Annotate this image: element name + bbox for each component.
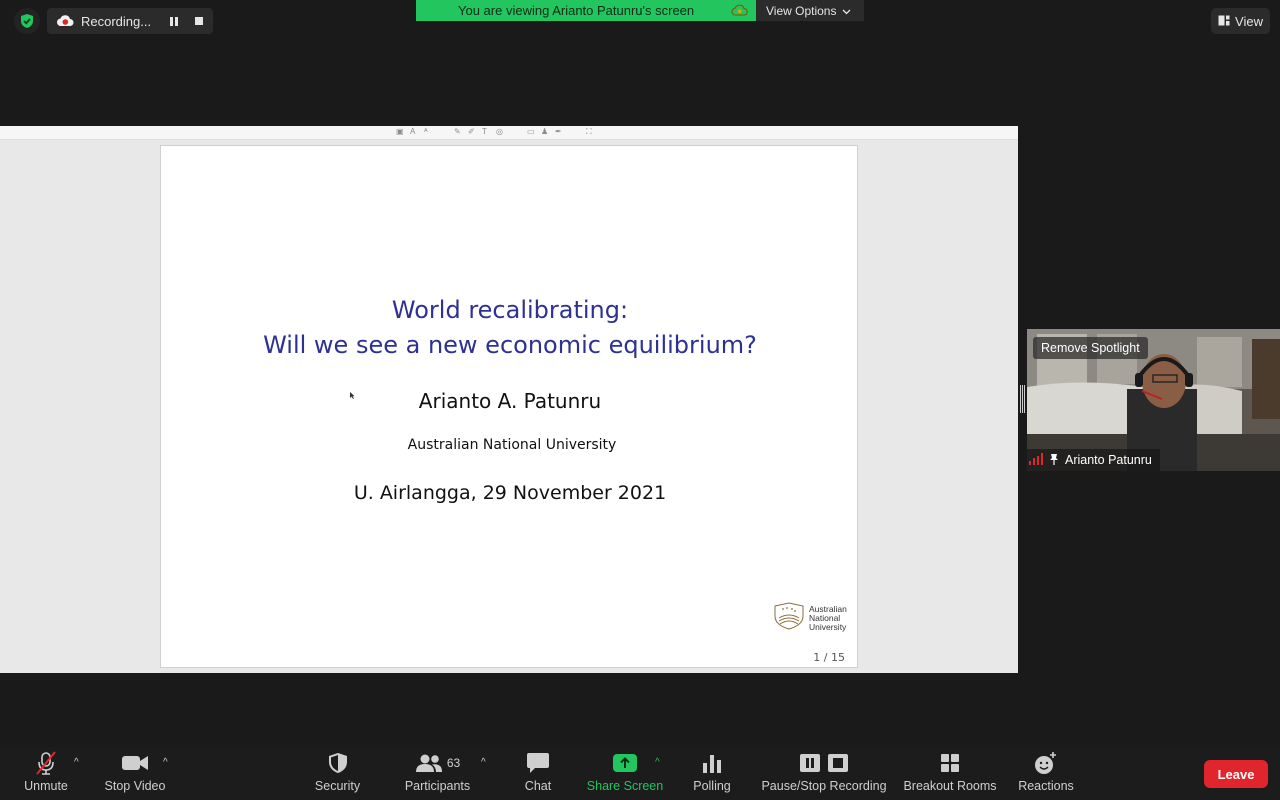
participants-label: Participants xyxy=(404,779,471,793)
slide-title-line-2: Will we see a new economic equilibrium? xyxy=(263,331,757,359)
reactions-button[interactable]: Reactions xyxy=(1016,747,1076,800)
text-style-icon[interactable]: ᴬ xyxy=(424,128,432,136)
share-screen-icon xyxy=(612,749,638,777)
recording-indicator[interactable]: Recording... xyxy=(47,8,213,34)
participant-video-tile[interactable]: Remove Spotlight Arianto Patunru xyxy=(1027,329,1280,471)
viewing-banner-text: You are viewing Arianto Patunru's screen xyxy=(458,3,695,18)
bar-chart-icon xyxy=(702,749,722,777)
pause-stop-recording-label: Pause/Stop Recording xyxy=(761,779,887,793)
sign-icon[interactable]: ✒ xyxy=(555,128,563,136)
participants-icon: 63 xyxy=(415,749,460,777)
unmute-button[interactable]: Unmute xyxy=(20,747,72,800)
participant-name-bar: Arianto Patunru xyxy=(1027,449,1160,471)
view-layout-icon xyxy=(1218,14,1230,29)
breakout-rooms-label: Breakout Rooms xyxy=(903,779,997,793)
participants-button[interactable]: 63 Participants xyxy=(400,747,475,800)
grid-icon xyxy=(940,749,960,777)
mouse-cursor-icon xyxy=(350,386,355,404)
smiley-add-icon xyxy=(1034,749,1058,777)
text-box-icon[interactable]: ▣ xyxy=(396,128,404,136)
anu-logo-text: Australian National University xyxy=(809,604,851,632)
chat-button[interactable]: Chat xyxy=(518,747,558,800)
cloud-recording-icon xyxy=(56,14,74,28)
stamp-icon[interactable]: ♟ xyxy=(541,128,549,136)
polling-label: Polling xyxy=(693,779,731,793)
stop-video-label: Stop Video xyxy=(104,779,166,793)
slide-institution: Australian National University xyxy=(407,437,617,453)
remove-spotlight-button[interactable]: Remove Spotlight xyxy=(1033,337,1148,359)
pencil-icon[interactable]: ✎ xyxy=(454,128,462,136)
video-camera-icon xyxy=(121,749,149,777)
pdf-annotation-toolbar: ▣ A ᴬ ✎ ✐ T ◎ ▭ ♟ ✒ ⛶ xyxy=(0,126,1018,140)
shared-screen[interactable]: ▣ A ᴬ ✎ ✐ T ◎ ▭ ♟ ✒ ⛶ World recalibratin… xyxy=(0,126,1018,673)
breakout-rooms-button[interactable]: Breakout Rooms xyxy=(902,747,998,800)
chevron-down-icon xyxy=(842,4,851,18)
video-options-chevron-up-icon[interactable]: ^ xyxy=(163,757,168,768)
pause-recording-icon[interactable] xyxy=(164,11,184,31)
anu-crest-icon xyxy=(773,601,805,635)
view-options-dropdown[interactable]: View Options xyxy=(756,0,864,21)
text-icon[interactable]: A xyxy=(410,128,418,136)
view-label: View xyxy=(1235,13,1263,29)
share-screen-button[interactable]: Share Screen xyxy=(585,747,665,800)
encryption-shield-icon[interactable] xyxy=(14,8,40,34)
participant-name: Arianto Patunru xyxy=(1065,453,1152,467)
slide-event-date: U. Airlangga, 29 November 2021 xyxy=(353,482,667,504)
pause-stop-recording-button[interactable]: Pause/Stop Recording xyxy=(760,747,888,800)
participants-options-chevron-up-icon[interactable]: ^ xyxy=(481,757,486,768)
comment-icon[interactable]: ▭ xyxy=(527,128,535,136)
security-label: Security xyxy=(314,779,361,793)
stop-recording-icon[interactable] xyxy=(189,11,209,31)
type-icon[interactable]: T xyxy=(482,128,490,136)
share-options-chevron-up-icon[interactable]: ^ xyxy=(655,757,660,768)
security-button[interactable]: Security xyxy=(310,747,365,800)
shape-icon[interactable]: ◎ xyxy=(496,128,504,136)
reactions-label: Reactions xyxy=(1018,779,1074,793)
view-button[interactable]: View xyxy=(1211,8,1270,34)
leave-button[interactable]: Leave xyxy=(1204,760,1268,788)
anu-logo-line-3: University xyxy=(809,621,847,632)
slide-title-line-1: World recalibrating: xyxy=(391,296,629,324)
shield-icon xyxy=(328,749,348,777)
cloud-icon xyxy=(731,4,748,19)
muted-pin-icon xyxy=(1048,453,1060,468)
presentation-slide: World recalibrating: Will we see a new e… xyxy=(160,145,858,668)
polling-button[interactable]: Polling xyxy=(690,747,734,800)
panel-resize-handle[interactable] xyxy=(1020,385,1025,413)
slide-title: World recalibrating: Will we see a new e… xyxy=(161,293,859,363)
viewing-screen-banner: You are viewing Arianto Patunru's screen xyxy=(416,0,756,21)
microphone-muted-icon xyxy=(33,749,59,777)
participants-count: 63 xyxy=(446,756,461,770)
slide-author: Arianto A. Patunru xyxy=(418,389,602,413)
anu-logo: Australian National University xyxy=(773,601,851,635)
marker-icon[interactable]: ✐ xyxy=(468,128,476,136)
signal-strength-icon xyxy=(1029,452,1043,468)
stop-video-button[interactable]: Stop Video xyxy=(100,747,170,800)
share-screen-label: Share Screen xyxy=(586,779,664,793)
pause-stop-icon xyxy=(799,749,849,777)
recording-label: Recording... xyxy=(81,13,152,29)
unmute-label: Unmute xyxy=(24,779,68,793)
chat-bubble-icon xyxy=(526,749,550,777)
audio-options-chevron-up-icon[interactable]: ^ xyxy=(74,757,79,768)
meeting-toolbar: Unmute Stop Video Security 63 Participan… xyxy=(0,747,1280,800)
fullscreen-icon[interactable]: ⛶ xyxy=(586,128,594,136)
view-options-label: View Options xyxy=(766,3,837,18)
slide-page-number: 1 / 15 xyxy=(813,651,845,664)
chat-label: Chat xyxy=(524,779,552,793)
